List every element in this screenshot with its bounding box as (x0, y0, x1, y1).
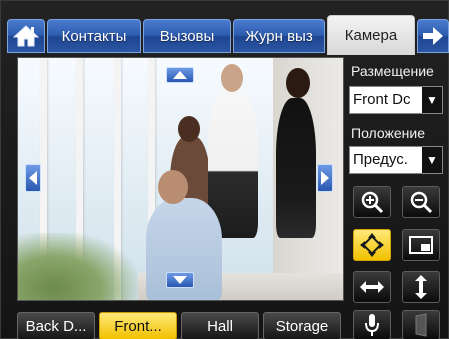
arrow-up-icon (173, 71, 187, 79)
zoom-in-icon (361, 191, 384, 214)
app-window: Контакты Вызовы Журн выз Камера Размещен… (0, 0, 449, 339)
preset-label: Storage (275, 317, 329, 335)
person-head (286, 68, 310, 98)
pan-left-button[interactable] (25, 164, 41, 192)
pan-right-button[interactable] (317, 164, 333, 192)
zoom-out-button[interactable] (402, 186, 440, 218)
tab-contacts[interactable]: Контакты (47, 19, 141, 53)
tab-label: Вызовы (159, 27, 215, 45)
preset-label: Back D... (25, 317, 87, 335)
tilt-up-button[interactable] (166, 67, 194, 83)
arrow-right-icon (423, 27, 443, 45)
tab-next[interactable] (417, 19, 449, 53)
picture-in-picture-icon (409, 236, 433, 254)
tab-label: Журн выз (245, 27, 313, 45)
pan-tilt-button[interactable] (353, 229, 391, 261)
swap-horizontal-button[interactable] (353, 271, 391, 303)
preset-button[interactable]: Storage (263, 312, 341, 339)
tree (18, 233, 138, 300)
swap-vertical-button[interactable] (402, 271, 440, 303)
tab-calls[interactable]: Вызовы (143, 19, 231, 53)
arrow-right-icon (321, 171, 329, 185)
person-head (221, 64, 243, 92)
arrow-down-icon (173, 276, 187, 284)
zoom-in-button[interactable] (353, 186, 391, 218)
person-head (178, 116, 200, 142)
preset-label: Front... (114, 317, 162, 335)
position-dropdown[interactable]: Предус. ▼ (349, 146, 443, 174)
horizontal-flip-icon (360, 281, 384, 293)
vertical-flip-icon (415, 275, 427, 299)
chevron-down-icon: ▼ (422, 147, 442, 173)
door-icon (415, 313, 427, 337)
tab-call-log[interactable]: Журн выз (233, 19, 325, 53)
arrow-left-icon (29, 171, 37, 185)
preset-button-active[interactable]: Front... (99, 312, 177, 339)
tilt-down-button[interactable] (166, 272, 194, 288)
home-icon (13, 25, 39, 47)
placement-dropdown[interactable]: Front Dc ▼ (349, 86, 443, 114)
position-value: Предус. (353, 151, 408, 168)
tab-camera[interactable]: Камера (327, 15, 415, 55)
preset-button[interactable]: Back D... (17, 312, 95, 339)
microphone-icon (365, 314, 379, 336)
tab-bar: Контакты Вызовы Журн выз Камера (7, 15, 449, 55)
zoom-out-icon (410, 191, 433, 214)
tab-home[interactable] (7, 19, 45, 53)
person-head (158, 170, 188, 204)
door-button[interactable] (402, 310, 440, 339)
pan-tilt-icon (360, 233, 384, 257)
placement-label: Размещение (351, 63, 434, 79)
tab-label: Камера (344, 27, 398, 44)
placement-value: Front Dc (353, 91, 411, 108)
chevron-down-icon: ▼ (422, 87, 442, 113)
person (276, 98, 316, 238)
preset-label: Hall (207, 317, 233, 335)
pip-button[interactable] (402, 229, 440, 261)
camera-view[interactable] (17, 57, 344, 301)
position-label: Положение (351, 125, 425, 141)
tab-label: Контакты (61, 27, 127, 45)
microphone-button[interactable] (353, 310, 391, 339)
preset-button[interactable]: Hall (181, 312, 259, 339)
